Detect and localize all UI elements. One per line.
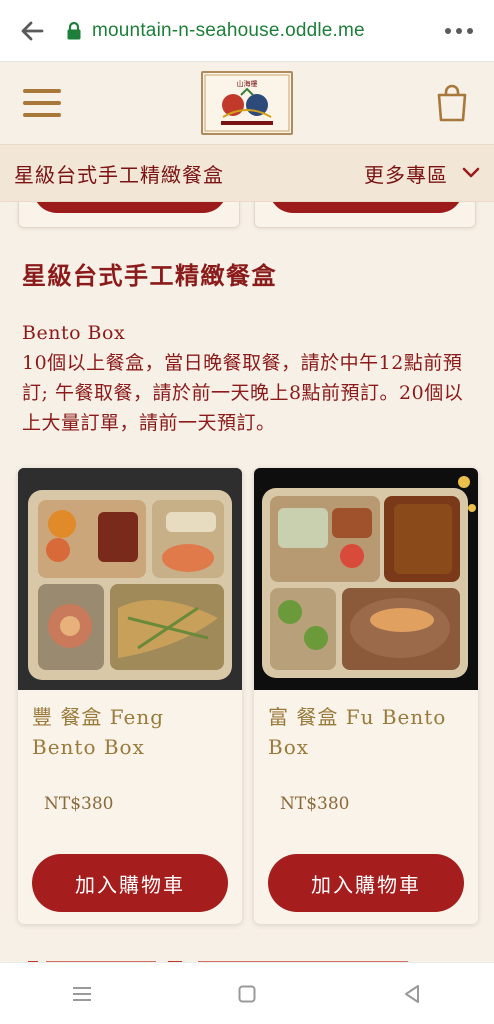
- more-categories-dropdown[interactable]: 更多專區: [364, 159, 494, 188]
- back-triangle-icon: [404, 984, 419, 1003]
- recent-apps-icon: [73, 986, 92, 1001]
- site-logo[interactable]: 山海樓: [201, 71, 293, 135]
- next-section-peek: [28, 954, 468, 962]
- recent-apps-button[interactable]: [42, 963, 122, 1024]
- add-to-cart-button[interactable]: 加入購物車: [32, 854, 228, 912]
- product-name[interactable]: 富 餐盒 Fu Bento Box: [268, 702, 468, 762]
- url-text: mountain-n-seahouse.oddle.me: [92, 19, 365, 41]
- product-card[interactable]: 豐 餐盒 Feng Bento Box NT$380 加入購物車: [18, 468, 242, 924]
- logo-emblem-icon: 山海樓: [204, 74, 290, 132]
- description-text: 10個以上餐盒，當日晚餐取餐，請於中午12點前預訂; 午餐取餐，請於前一天晚上8…: [22, 352, 464, 434]
- shopping-bag-icon: [437, 84, 467, 122]
- main-content: 星級台式手工精緻餐盒 Bento Box 10個以上餐盒，當日晚餐取餐，請於中午…: [0, 202, 494, 962]
- previous-product-card: [254, 202, 476, 228]
- more-dots-icon: [445, 27, 473, 34]
- add-to-cart-button-previous[interactable]: [33, 202, 227, 213]
- back-button[interactable]: [0, 0, 64, 62]
- add-to-cart-button-previous[interactable]: [269, 202, 463, 213]
- address-bar[interactable]: mountain-n-seahouse.oddle.me: [64, 0, 424, 62]
- hamburger-icon: [23, 89, 61, 117]
- previous-product-card: [18, 202, 240, 228]
- browser-toolbar: mountain-n-seahouse.oddle.me: [0, 0, 494, 62]
- product-image[interactable]: [254, 468, 478, 690]
- more-categories-label: 更多專區: [364, 162, 448, 187]
- chevron-down-icon: [462, 167, 480, 178]
- product-card[interactable]: 富 餐盒 Fu Bento Box NT$380 加入購物車: [254, 468, 478, 924]
- browser-menu-button[interactable]: [424, 0, 494, 62]
- product-price: NT$380: [44, 794, 114, 814]
- lock-icon: [64, 19, 84, 43]
- product-image[interactable]: [18, 468, 242, 690]
- logo-text: 山海樓: [237, 79, 258, 88]
- menu-button[interactable]: [0, 62, 84, 144]
- section-description: Bento Box 10個以上餐盒，當日晚餐取餐，請於中午12點前預訂; 午餐取…: [22, 318, 478, 438]
- arrow-left-icon: [21, 21, 44, 40]
- category-bar: 星級台式手工精緻餐盒 更多專區: [0, 144, 494, 202]
- system-navigation-bar: [0, 962, 494, 1024]
- system-back-button[interactable]: [372, 963, 452, 1024]
- add-to-cart-button[interactable]: 加入購物車: [268, 854, 464, 912]
- product-price: NT$380: [280, 794, 350, 814]
- section-title: 星級台式手工精緻餐盒: [22, 261, 277, 290]
- site-header: 山海樓: [0, 62, 494, 144]
- home-square-icon: [238, 985, 256, 1002]
- home-button[interactable]: [207, 963, 287, 1024]
- description-subtitle: Bento Box: [22, 322, 126, 344]
- product-name[interactable]: 豐 餐盒 Feng Bento Box: [32, 702, 232, 762]
- current-category-title: 星級台式手工精緻餐盒: [14, 162, 224, 187]
- cart-button[interactable]: [410, 62, 494, 144]
